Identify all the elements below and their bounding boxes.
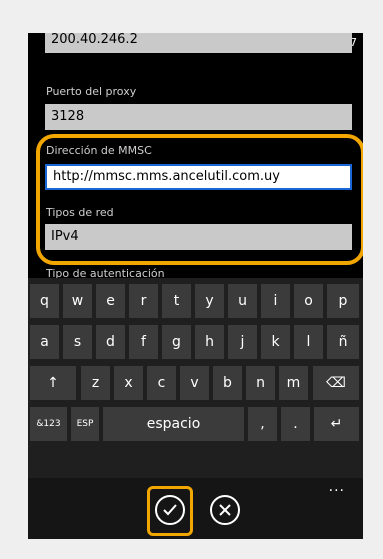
- backspace-key[interactable]: ⌫: [313, 366, 359, 400]
- key-g[interactable]: g: [162, 325, 191, 359]
- proxy-address-field[interactable]: 200.40.246.2: [45, 33, 352, 53]
- key-b[interactable]: b: [213, 366, 242, 400]
- key-f[interactable]: f: [129, 325, 158, 359]
- period-key[interactable]: .: [281, 407, 310, 441]
- key-q[interactable]: q: [30, 284, 59, 318]
- key-z[interactable]: z: [81, 366, 110, 400]
- key-v[interactable]: v: [180, 366, 209, 400]
- mmsc-field[interactable]: http://mmsc.mms.ancelutil.com.uy: [45, 164, 352, 190]
- key-u[interactable]: u: [228, 284, 257, 318]
- key-n[interactable]: n: [246, 366, 275, 400]
- key-a[interactable]: a: [30, 325, 59, 359]
- key-h[interactable]: h: [195, 325, 224, 359]
- key-c[interactable]: c: [147, 366, 176, 400]
- key-j[interactable]: j: [228, 325, 257, 359]
- enter-key[interactable]: ↵: [314, 407, 359, 441]
- phone-screen: 11:47 200.40.246.2 Puerto del proxy 3128…: [28, 33, 363, 539]
- app-bar: [28, 478, 363, 539]
- space-key[interactable]: espacio: [103, 407, 244, 441]
- mmsc-label: Dirección de MMSC: [46, 144, 152, 157]
- key-w[interactable]: w: [63, 284, 92, 318]
- key-m[interactable]: m: [279, 366, 308, 400]
- symbols-key[interactable]: &123: [30, 407, 67, 441]
- key-i[interactable]: i: [261, 284, 290, 318]
- key-o[interactable]: o: [294, 284, 323, 318]
- key-e[interactable]: e: [96, 284, 125, 318]
- key-d[interactable]: d: [96, 325, 125, 359]
- more-options-button[interactable]: ...: [329, 479, 345, 495]
- key-t[interactable]: t: [162, 284, 191, 318]
- close-icon[interactable]: [210, 495, 240, 525]
- key-n-tilde[interactable]: ñ: [327, 325, 359, 359]
- proxy-port-label: Puerto del proxy: [46, 85, 137, 98]
- key-k[interactable]: k: [261, 325, 290, 359]
- key-s[interactable]: s: [63, 325, 92, 359]
- key-l[interactable]: l: [294, 325, 323, 359]
- comma-key[interactable]: ,: [248, 407, 277, 441]
- key-r[interactable]: r: [129, 284, 158, 318]
- shift-key[interactable]: ↑: [30, 366, 76, 400]
- network-type-label: Tipos de red: [46, 206, 114, 219]
- key-y[interactable]: y: [195, 284, 224, 318]
- network-type-field[interactable]: IPv4: [45, 224, 352, 250]
- key-x[interactable]: x: [114, 366, 143, 400]
- language-key[interactable]: ESP: [71, 407, 99, 441]
- proxy-port-field[interactable]: 3128: [45, 104, 352, 130]
- ok-highlight-annotation: [147, 486, 193, 536]
- key-p[interactable]: p: [327, 284, 359, 318]
